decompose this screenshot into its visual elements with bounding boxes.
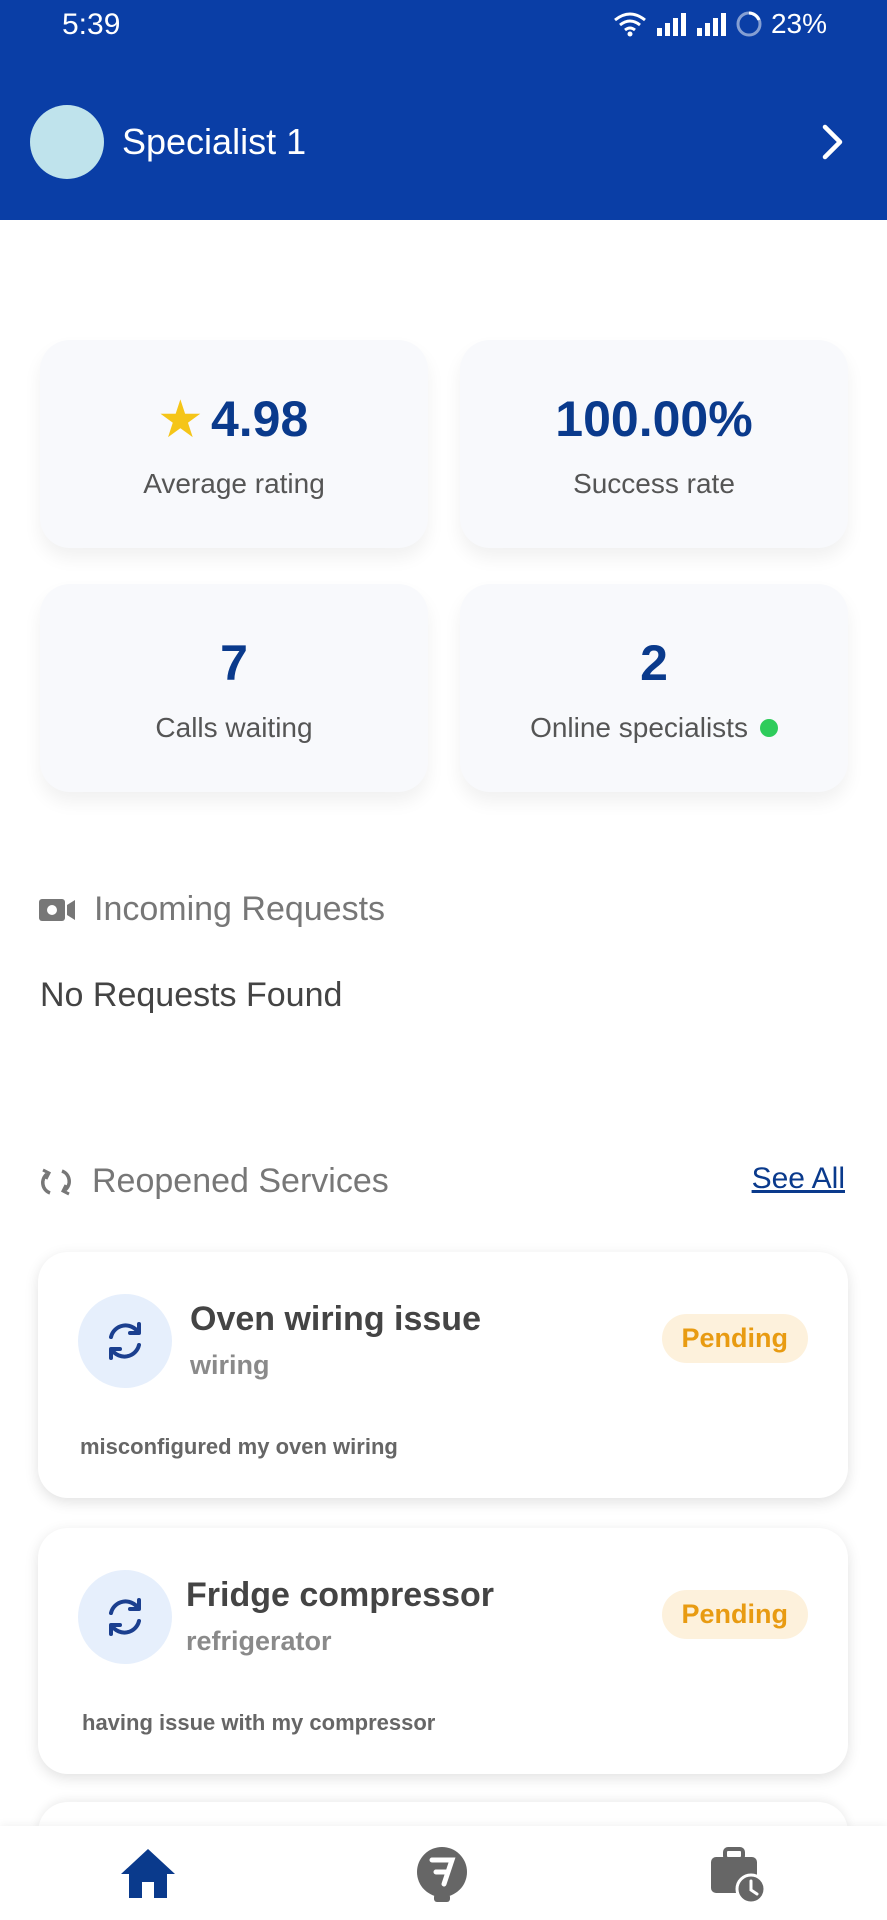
star-icon: ★ [159,393,201,445]
app-header: 5:39 23% Specialist 1 [0,0,887,220]
service-category: wiring [190,1350,270,1380]
nav-history[interactable] [706,1842,770,1906]
service-description: misconfigured my oven wiring [80,1434,398,1459]
success-rate-label: Success rate [573,468,735,499]
battery-percent: 23% [770,8,827,39]
bottom-nav [0,1826,887,1920]
briefcase-clock-icon [711,1847,767,1905]
online-specialists-value: 2 [640,635,668,691]
see-all-link[interactable]: See All [752,1162,845,1196]
online-status-dot [759,719,778,737]
service-title: Fridge compressor [186,1576,494,1614]
service-title: Oven wiring issue [190,1300,481,1338]
nav-home[interactable] [116,1842,180,1906]
profile-row[interactable]: Specialist 1 [30,105,857,179]
success-rate-card: 100.00% Success rate [460,340,848,548]
service-card[interactable]: Fridge compressor refrigerator Pending h… [38,1528,848,1774]
avg-rating-value-row: ★ 4.98 [40,390,428,448]
status-badge: Pending [661,1590,808,1639]
online-specialists-label-row: Online specialists [460,712,848,744]
online-specialists-label: Online specialists [530,712,748,743]
wifi-icon [614,12,646,37]
incoming-requests-title: Incoming Requests [94,890,386,928]
reopen-icon [41,1168,71,1195]
status-bar: 5:39 23% [0,0,887,54]
refresh-icon [78,1570,172,1664]
nav-tickets[interactable] [410,1842,474,1906]
incoming-requests-header: Incoming Requests [38,890,385,929]
signal-icon-2 [696,13,726,36]
refresh-icon [78,1294,172,1388]
ticket-icon [417,1847,467,1902]
avg-rating-value: 4.98 [210,391,309,447]
calls-waiting-card: 7 Calls waiting [40,584,428,792]
chevron-right-icon[interactable] [807,117,857,167]
service-card[interactable]: Oven wiring issue wiring Pending misconf… [38,1252,848,1498]
online-specialists-card: 2 Online specialists [460,584,848,792]
signal-icon [656,13,686,36]
profile-name: Specialist 1 [122,121,307,162]
reopened-services-header: Reopened Services [38,1162,389,1201]
reopened-services-title: Reopened Services [92,1162,389,1200]
battery-icon [736,11,762,37]
status-badge: Pending [661,1314,808,1363]
status-icons: 23% [613,8,827,40]
video-camera-icon [39,898,75,921]
avg-rating-card: ★ 4.98 Average rating [40,340,428,548]
calls-waiting-value: 7 [220,635,248,691]
calls-waiting-label: Calls waiting [155,712,313,743]
success-rate-value: 100.00% [555,391,753,447]
avatar[interactable] [30,105,104,179]
status-time: 5:39 [62,8,121,41]
service-description: having issue with my compressor [82,1710,436,1735]
service-category: refrigerator [186,1626,332,1656]
avg-rating-label: Average rating [143,468,325,499]
no-requests-text: No Requests Found [40,976,343,1014]
home-icon [121,1849,175,1898]
